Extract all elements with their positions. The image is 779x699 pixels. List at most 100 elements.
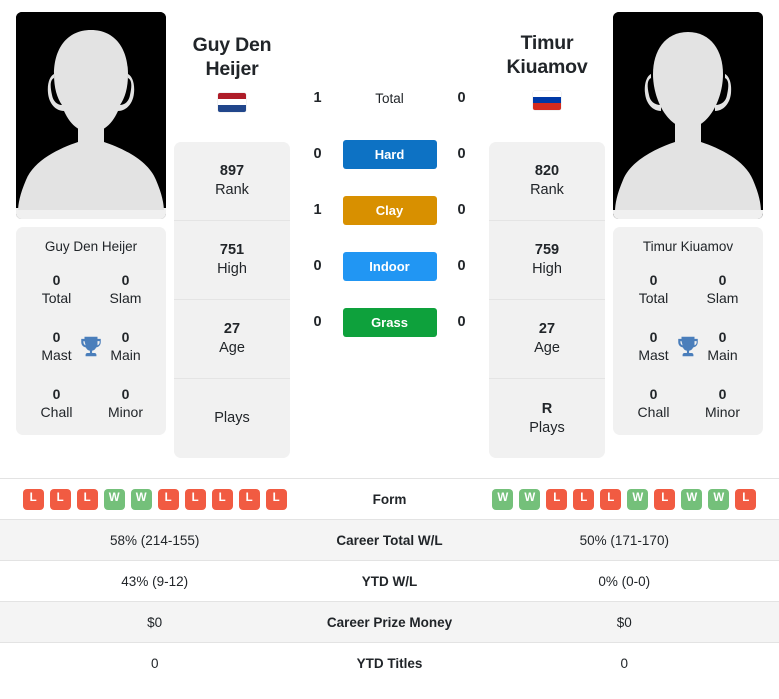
left-rank-item: 897 Rank <box>174 142 290 221</box>
h2h-clay-right-score: 0 <box>457 202 466 218</box>
right-titles-minor-label: Minor <box>704 403 740 420</box>
left-plays-item: Plays <box>174 379 290 458</box>
left-form-cell: LLLWWLLLLL <box>0 479 309 520</box>
right-form-badge[interactable]: L <box>654 488 676 510</box>
right-high-item: 759 High <box>489 221 605 300</box>
left-titles-chall: 0 Chall <box>22 386 91 421</box>
h2h-grass-label[interactable]: Grass <box>342 307 437 337</box>
h2h-row-clay: 1 Clay 0 <box>298 182 481 238</box>
right-form-badge[interactable]: W <box>519 488 541 510</box>
h2h-clay-left-score: 1 <box>313 202 322 218</box>
right-ytd-wl: 0% (0-0) <box>598 573 651 589</box>
right-rank-card: 820 Rank 759 High 27 Age R Plays <box>489 142 605 458</box>
left-career-prize-money: $0 <box>147 614 163 630</box>
left-form-badge[interactable]: L <box>76 488 98 510</box>
right-rank-label: Rank <box>530 182 564 198</box>
left-form-badges: LLLWWLLLLL <box>6 488 303 510</box>
row-label-career-total-wl: Career Total W/L <box>336 532 443 548</box>
head-to-head-panel: 1 Total 0 0 Hard 0 1 Clay 0 0 Indoor 0 0 <box>298 12 481 350</box>
right-high-label: High <box>532 261 562 277</box>
person-silhouette-icon <box>16 12 166 219</box>
right-player-titles-grid: 0 Total 0 Slam 0 Mast 0 Main 0 Chall 0 M… <box>619 272 757 421</box>
comparison-header: Guy Den Heijer 0 Total 0 Slam 0 Mast 0 M… <box>0 0 779 478</box>
right-age-item: 27 Age <box>489 300 605 379</box>
right-plays-value: R <box>541 400 553 417</box>
h2h-hard-label[interactable]: Hard <box>342 139 437 169</box>
left-ytd-wl: 43% (9-12) <box>121 573 189 589</box>
right-ytd-titles: 0 <box>620 655 629 671</box>
right-player-titles-card: Timur Kiuamov 0 Total 0 Slam 0 Mast 0 Ma… <box>613 227 763 435</box>
right-form-badge[interactable]: W <box>708 488 730 510</box>
table-row-form: LLLWWLLLLL Form WWLLLWLWWL <box>0 478 779 520</box>
left-titles-minor-label: Minor <box>107 403 143 420</box>
table-row-ytd-wl: 43% (9-12) YTD W/L 0% (0-0) <box>0 560 779 602</box>
right-form-badge[interactable]: W <box>492 488 514 510</box>
right-titles-mast: 0 Mast <box>619 329 688 364</box>
left-form-badge[interactable]: W <box>103 488 125 510</box>
h2h-row-hard: 0 Hard 0 <box>298 126 481 182</box>
left-form-badge[interactable]: L <box>157 488 179 510</box>
h2h-total-left-score: 1 <box>313 90 322 106</box>
left-titles-main-label: Main <box>110 346 141 363</box>
left-player-card-name: Guy Den Heijer <box>44 239 138 254</box>
right-form-badges: WWLLLWLWWL <box>476 488 773 510</box>
right-player-photo[interactable] <box>613 12 763 219</box>
left-titles-mast-label: Mast <box>41 346 72 363</box>
comparison-stats-table: LLLWWLLLLL Form WWLLLWLWWL 58% (214-155)… <box>0 478 779 684</box>
right-age-label: Age <box>534 340 560 356</box>
left-form-badge[interactable]: L <box>238 488 260 510</box>
left-player-name-line2: Heijer <box>205 57 259 80</box>
player-comparison-page: Guy Den Heijer 0 Total 0 Slam 0 Mast 0 M… <box>0 0 779 699</box>
left-titles-minor-value: 0 <box>121 386 130 402</box>
row-label-ytd-wl: YTD W/L <box>361 573 418 589</box>
h2h-grass-right-score: 0 <box>457 314 466 330</box>
right-titles-chall: 0 Chall <box>619 386 688 421</box>
right-titles-minor: 0 Minor <box>688 386 757 421</box>
left-titles-minor: 0 Minor <box>91 386 160 421</box>
left-form-badge[interactable]: L <box>184 488 206 510</box>
h2h-total-right-score: 0 <box>457 90 466 106</box>
right-titles-total-value: 0 <box>649 272 658 288</box>
left-titles-main: 0 Main <box>91 329 160 364</box>
left-player-name-line1: Guy Den <box>192 34 272 56</box>
right-titles-slam-label: Slam <box>706 289 739 306</box>
right-career-total-wl: 50% (171-170) <box>579 532 669 548</box>
left-player-titles-grid: 0 Total 0 Slam 0 Mast 0 Main 0 Chall 0 M… <box>22 272 160 421</box>
h2h-clay-label[interactable]: Clay <box>342 195 437 225</box>
left-form-badge[interactable]: L <box>22 488 44 510</box>
h2h-hard-left-score: 0 <box>313 146 322 162</box>
right-titles-mast-value: 0 <box>649 329 658 345</box>
right-form-badge[interactable]: L <box>573 488 595 510</box>
right-plays-item: R Plays <box>489 379 605 458</box>
left-titles-mast: 0 Mast <box>22 329 91 364</box>
left-titles-chall-value: 0 <box>52 386 61 402</box>
right-titles-main-label: Main <box>707 346 738 363</box>
right-form-badge[interactable]: W <box>681 488 703 510</box>
left-form-badge[interactable]: L <box>265 488 287 510</box>
h2h-hard-right-score: 0 <box>457 146 466 162</box>
left-player-titles-card: Guy Den Heijer 0 Total 0 Slam 0 Mast 0 M… <box>16 227 166 435</box>
right-player-name-line2: Kiuamov <box>506 55 588 78</box>
right-form-badge[interactable]: L <box>600 488 622 510</box>
right-form-badge[interactable]: L <box>735 488 757 510</box>
left-rank-column: Guy Den Heijer 897 Rank 751 High 27 Age <box>174 12 290 458</box>
left-form-badge[interactable]: L <box>211 488 233 510</box>
h2h-grass-left-score: 0 <box>313 314 322 330</box>
left-player-photo[interactable] <box>16 12 166 219</box>
row-label-career-prize-money: Career Prize Money <box>326 614 453 630</box>
left-player-column: Guy Den Heijer 0 Total 0 Slam 0 Mast 0 M… <box>16 12 166 435</box>
row-label-ytd-titles: YTD Titles <box>356 655 423 671</box>
h2h-row-grass: 0 Grass 0 <box>298 294 481 350</box>
right-titles-total: 0 Total <box>619 272 688 307</box>
table-row-career-total-wl: 58% (214-155) Career Total W/L 50% (171-… <box>0 519 779 561</box>
netherlands-flag <box>218 92 246 112</box>
h2h-indoor-label[interactable]: Indoor <box>342 251 437 281</box>
h2h-indoor-left-score: 0 <box>313 258 322 274</box>
right-form-badge[interactable]: W <box>627 488 649 510</box>
left-form-badge[interactable]: W <box>130 488 152 510</box>
right-form-badge[interactable]: L <box>546 488 568 510</box>
left-titles-total-value: 0 <box>52 272 61 288</box>
right-titles-total-label: Total <box>638 289 669 306</box>
left-form-badge[interactable]: L <box>49 488 71 510</box>
left-high-item: 751 High <box>174 221 290 300</box>
